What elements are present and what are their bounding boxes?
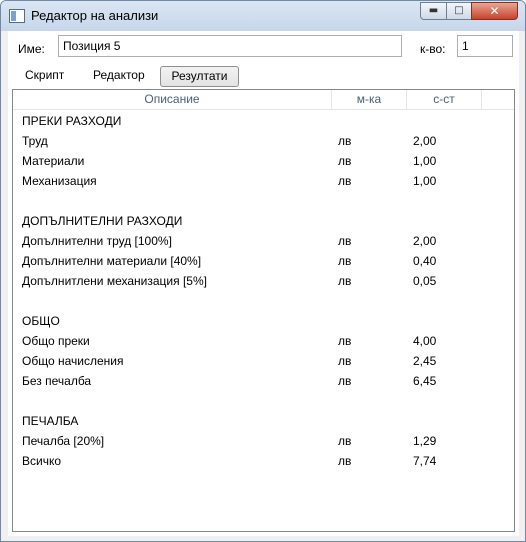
window-title: Редактор на анализи xyxy=(31,8,159,23)
table-row[interactable]: ПРЕКИ РАЗХОДИ xyxy=(13,111,514,131)
table-row[interactable]: Без печалба лв 6,45 xyxy=(13,371,514,391)
row-unit: лв xyxy=(338,374,352,388)
table-row[interactable]: Печалба [20%] лв 1,29 xyxy=(13,431,514,451)
row-unit: лв xyxy=(338,454,352,468)
quantity-label: к-во: xyxy=(420,42,446,56)
row-cost: 7,74 xyxy=(413,454,437,468)
row-cost: 0,05 xyxy=(413,274,437,288)
close-button[interactable]: ✕ xyxy=(471,2,518,20)
column-header-cost[interactable]: с-ст xyxy=(407,90,482,109)
row-unit: лв xyxy=(338,354,352,368)
row-unit: лв xyxy=(338,274,352,288)
row-description: Механизация xyxy=(22,174,97,188)
table-row[interactable]: Допълнителни труд [100%] лв 2,00 xyxy=(13,231,514,251)
table-row[interactable]: Допълнитлени механизация [5%] лв 0,05 xyxy=(13,271,514,291)
row-description: ДОПЪЛНИТЕЛНИ РАЗХОДИ xyxy=(22,214,183,228)
table-row[interactable] xyxy=(13,391,514,411)
tab-editor[interactable]: Редактор xyxy=(83,66,155,87)
table-row[interactable]: Механизация лв 1,00 xyxy=(13,171,514,191)
row-unit: лв xyxy=(338,134,352,148)
row-cost: 1,29 xyxy=(413,434,437,448)
grid-rows: ПРЕКИ РАЗХОДИ Труд лв 2,00 Материали лв 1,00… xyxy=(13,111,514,471)
editor-window: Редактор на анализи ▬ □ ✕ Име: Позиция 5… xyxy=(0,0,526,542)
column-header-description[interactable]: Описание xyxy=(13,90,332,109)
row-description: Допълнителни материали [40%] xyxy=(22,254,202,268)
row-cost: 6,45 xyxy=(413,374,437,388)
grid-header: Описание м-ка с-ст xyxy=(13,90,514,110)
row-description: Допълнителни труд [100%] xyxy=(22,234,172,248)
row-description: ПРЕКИ РАЗХОДИ xyxy=(22,114,122,128)
row-description: Общо преки xyxy=(22,334,90,348)
tab-results[interactable]: Резултати xyxy=(160,66,239,87)
row-cost: 0,40 xyxy=(413,254,437,268)
row-cost: 1,00 xyxy=(413,174,437,188)
minimize-button[interactable]: ▬ xyxy=(420,2,447,20)
name-input[interactable]: Позиция 5 xyxy=(58,35,402,57)
row-unit: лв xyxy=(338,174,352,188)
row-description: Без печалба xyxy=(22,374,92,388)
table-row[interactable]: Общо преки лв 4,00 xyxy=(13,331,514,351)
name-label: Име: xyxy=(18,42,45,56)
table-row[interactable]: Труд лв 2,00 xyxy=(13,131,514,151)
column-header-unit[interactable]: м-ка xyxy=(332,90,407,109)
row-unit: лв xyxy=(338,254,352,268)
table-row[interactable] xyxy=(13,291,514,311)
row-unit: лв xyxy=(338,434,352,448)
close-icon: ✕ xyxy=(489,4,500,18)
table-row[interactable]: Всичко лв 7,74 xyxy=(13,451,514,471)
row-description: ОБЩО xyxy=(22,314,60,328)
quantity-input[interactable]: 1 xyxy=(457,35,513,57)
table-row[interactable]: Материали лв 1,00 xyxy=(13,151,514,171)
row-cost: 2,45 xyxy=(413,354,437,368)
maximize-icon: □ xyxy=(454,5,464,16)
app-icon xyxy=(9,9,25,23)
row-description: Общо начисления xyxy=(22,354,124,368)
row-description: Материали xyxy=(22,154,85,168)
table-row[interactable]: Общо начисления лв 2,45 xyxy=(13,351,514,371)
table-row[interactable] xyxy=(13,191,514,211)
table-row[interactable]: ПЕЧАЛБА xyxy=(13,411,514,431)
tab-script[interactable]: Скрипт xyxy=(15,66,74,87)
table-row[interactable]: Допълнителни материали [40%] лв 0,40 xyxy=(13,251,514,271)
row-cost: 2,00 xyxy=(413,134,437,148)
row-cost: 2,00 xyxy=(413,234,437,248)
row-unit: лв xyxy=(338,154,352,168)
row-cost: 4,00 xyxy=(413,334,437,348)
table-row[interactable]: ДОПЪЛНИТЕЛНИ РАЗХОДИ xyxy=(13,211,514,231)
table-row[interactable]: ОБЩО xyxy=(13,311,514,331)
row-description: Всичко xyxy=(22,454,62,468)
row-unit: лв xyxy=(338,234,352,248)
row-cost: 1,00 xyxy=(413,154,437,168)
client-area: Име: Позиция 5 к-во: 1 Скрипт Редактор Р… xyxy=(8,31,519,536)
title-bar[interactable]: Редактор на анализи ▬ □ ✕ xyxy=(1,1,525,31)
maximize-button[interactable]: □ xyxy=(446,2,472,20)
row-unit: лв xyxy=(338,334,352,348)
results-grid[interactable]: Описание м-ка с-ст ПРЕКИ РАЗХОДИ Труд лв 2… xyxy=(12,89,515,532)
row-description: Допълнитлени механизация [5%] xyxy=(22,274,207,288)
row-description: ПЕЧАЛБА xyxy=(22,414,79,428)
minimize-icon: ▬ xyxy=(428,5,439,16)
row-description: Печалба [20%] xyxy=(22,434,105,448)
row-description: Труд xyxy=(22,134,48,148)
